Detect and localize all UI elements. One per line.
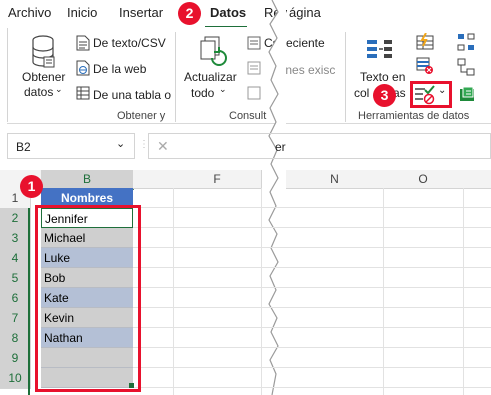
step-badge-2: 2 xyxy=(178,2,201,25)
group-separator xyxy=(175,32,176,122)
menu-home[interactable]: Inicio xyxy=(67,5,97,20)
col-header-b[interactable]: B xyxy=(41,170,134,190)
queries-group-label: Consult xyxy=(229,110,267,122)
menu-file[interactable]: Archivo xyxy=(8,5,51,20)
menu-insert[interactable]: Insertar xyxy=(119,5,163,20)
row-header-5[interactable]: 5 xyxy=(0,268,31,289)
gridline xyxy=(383,188,384,395)
gridline xyxy=(133,227,491,228)
col-header-n[interactable]: N xyxy=(286,170,384,189)
gridline xyxy=(133,307,491,308)
consolidate-icon[interactable] xyxy=(457,33,475,56)
gridline xyxy=(133,267,491,268)
manage-data-model-icon[interactable] xyxy=(459,86,475,107)
step-badge-1: 1 xyxy=(20,175,43,198)
gridline xyxy=(261,188,262,395)
from-table-button[interactable]: De una tabla o xyxy=(93,88,171,102)
chevron-down-icon[interactable]: ⌄ xyxy=(116,137,125,150)
table-icon xyxy=(76,86,90,105)
step-badge-3: 3 xyxy=(373,84,396,107)
gridline xyxy=(133,327,491,328)
col-header-o[interactable]: O xyxy=(383,170,464,189)
refresh-icon[interactable] xyxy=(197,35,227,72)
data-tools-group-label: Herramientas de datos xyxy=(358,110,470,122)
text-to-columns-label-1[interactable]: Texto en xyxy=(360,70,405,84)
refresh-all-label-1[interactable]: Actualizar xyxy=(184,70,237,84)
remove-duplicates-icon[interactable] xyxy=(416,57,434,80)
chevron-down-icon[interactable]: ⌄ xyxy=(55,84,63,95)
formula-fragment: er xyxy=(275,140,286,154)
row-header-9[interactable]: 9 xyxy=(0,348,31,369)
row-header-8[interactable]: 8 xyxy=(0,328,31,349)
selection-highlight xyxy=(35,205,141,392)
text-to-columns-label-2[interactable]: col xyxy=(354,86,369,100)
web-icon xyxy=(76,60,90,81)
gridline xyxy=(133,347,491,348)
torn-edge-divider xyxy=(268,0,286,395)
gridline xyxy=(173,188,174,395)
col-header-f[interactable]: F xyxy=(173,170,262,189)
relationships-icon[interactable] xyxy=(457,58,475,81)
row-selection-bar xyxy=(28,208,30,395)
refresh-all-label-2[interactable]: todo xyxy=(191,86,214,100)
formula-input[interactable]: ✕ er xyxy=(148,133,491,159)
gridline xyxy=(133,287,491,288)
row-header-7[interactable]: 7 xyxy=(0,308,31,329)
text-to-columns-icon[interactable] xyxy=(366,38,394,71)
gridline xyxy=(133,247,491,248)
gridline xyxy=(133,367,491,368)
recent-sources-icon xyxy=(247,36,261,55)
ribbon-left-edge xyxy=(7,28,8,122)
row-header-6[interactable]: 6 xyxy=(0,288,31,309)
row-header-10[interactable]: 10 xyxy=(0,368,31,389)
chevron-down-icon[interactable]: ⌄ xyxy=(219,84,227,95)
from-web-button[interactable]: De la web xyxy=(93,62,146,76)
col-header-partial[interactable] xyxy=(133,170,174,189)
menu-data[interactable]: Datos xyxy=(210,5,246,20)
data-validation-icon[interactable] xyxy=(414,85,436,110)
gridline xyxy=(463,188,464,395)
group-separator xyxy=(345,32,346,122)
connections-icon xyxy=(247,61,261,80)
row-header-2[interactable]: 2 xyxy=(0,208,31,229)
from-text-csv-button[interactable]: De texto/CSV xyxy=(93,36,166,50)
row-header-4[interactable]: 4 xyxy=(0,248,31,269)
row-header-3[interactable]: 3 xyxy=(0,228,31,249)
cancel-icon[interactable]: ✕ xyxy=(157,138,169,155)
get-data-label-1[interactable]: Obtener xyxy=(22,70,65,84)
gridline xyxy=(133,207,491,208)
database-icon[interactable] xyxy=(31,35,55,74)
gridline xyxy=(133,387,491,388)
properties-icon xyxy=(247,86,261,105)
text-file-icon xyxy=(76,35,90,56)
name-box[interactable]: B2 ⌄ xyxy=(7,133,135,159)
chevron-down-icon[interactable]: ⌄ xyxy=(438,85,446,96)
col-header-partial-right[interactable] xyxy=(463,170,491,189)
menu-page-fragment[interactable]: ágina xyxy=(289,5,321,20)
name-box-value: B2 xyxy=(16,140,31,154)
flash-fill-icon[interactable] xyxy=(416,32,434,56)
get-transform-group-label: Obtener y xyxy=(117,110,166,122)
get-data-label-2[interactable]: datos xyxy=(24,85,53,99)
